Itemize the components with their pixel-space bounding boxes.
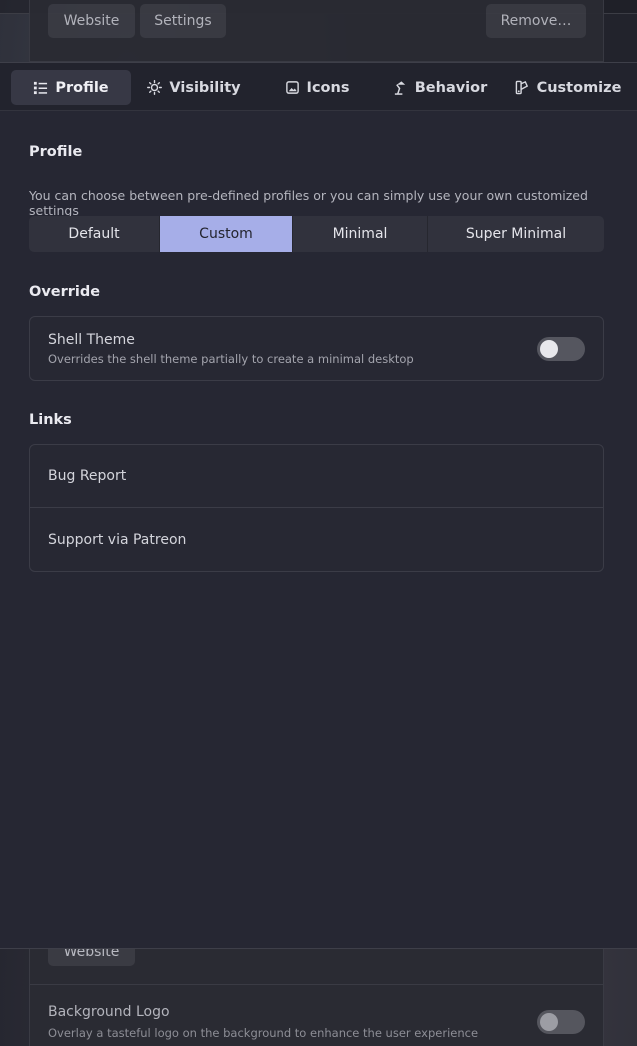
- background-logo-description: Overlay a tasteful logo on the backgroun…: [48, 1026, 479, 1040]
- background-remove-button[interactable]: Remove…: [486, 4, 586, 38]
- desk-lamp-icon: [394, 81, 405, 95]
- tab-customize[interactable]: Customize: [508, 70, 628, 105]
- tab-profile[interactable]: Profile: [11, 70, 131, 105]
- list-icon: [34, 81, 48, 95]
- sun-icon: [147, 80, 163, 95]
- toggle-knob: [540, 340, 558, 358]
- tab-label: Icons: [306, 79, 350, 96]
- shell-theme-row: Shell Theme Overrides the shell theme pa…: [30, 317, 603, 380]
- override-section-title: Override: [29, 284, 101, 300]
- background-logo-title: Background Logo: [48, 1004, 170, 1020]
- background-logo-toggle[interactable]: [537, 1010, 585, 1034]
- background-website-button[interactable]: Website: [48, 4, 135, 38]
- link-support-patreon[interactable]: Support via Patreon: [30, 508, 603, 571]
- link-label: Support via Patreon: [48, 531, 187, 548]
- profile-option-custom[interactable]: Custom: [160, 216, 293, 252]
- tab-label: Behavior: [414, 79, 488, 96]
- profile-section-title: Profile: [29, 144, 83, 160]
- tab-label: Visibility: [169, 79, 241, 96]
- preferences-panel: Profile Visibility Icons Behavior Custom…: [0, 62, 637, 949]
- links-card: Bug Report Support via Patreon: [29, 444, 604, 572]
- background-window-bottom: Website Background Logo Overlay a tastef…: [29, 938, 604, 1046]
- background-window-top: Website Settings Remove…: [29, 0, 604, 62]
- tab-label: Customize: [536, 79, 622, 96]
- tab-icons[interactable]: Icons: [262, 70, 372, 105]
- profile-selector: Default Custom Minimal Super Minimal: [29, 216, 604, 252]
- tab-label: Profile: [55, 79, 109, 96]
- override-card: Shell Theme Overrides the shell theme pa…: [29, 316, 604, 381]
- tab-visibility[interactable]: Visibility: [140, 70, 248, 105]
- divider: [30, 984, 603, 985]
- link-label: Bug Report: [48, 468, 127, 484]
- shell-theme-toggle[interactable]: [537, 337, 585, 361]
- tab-behavior[interactable]: Behavior: [386, 70, 494, 105]
- shell-theme-description: Overrides the shell theme partially to c…: [48, 351, 414, 366]
- profile-description: You can choose between pre-defined profi…: [29, 188, 588, 218]
- image-icon: [285, 81, 299, 94]
- background-settings-button[interactable]: Settings: [140, 4, 226, 38]
- palette-icon: [515, 80, 528, 95]
- link-bug-report[interactable]: Bug Report: [30, 445, 603, 508]
- links-section-title: Links: [29, 412, 72, 428]
- profile-option-default[interactable]: Default: [29, 216, 160, 252]
- shell-theme-title: Shell Theme: [48, 331, 135, 348]
- profile-option-minimal[interactable]: Minimal: [293, 216, 428, 252]
- profile-option-super-minimal[interactable]: Super Minimal: [428, 216, 604, 252]
- tab-bar: Profile Visibility Icons Behavior Custom…: [0, 63, 637, 111]
